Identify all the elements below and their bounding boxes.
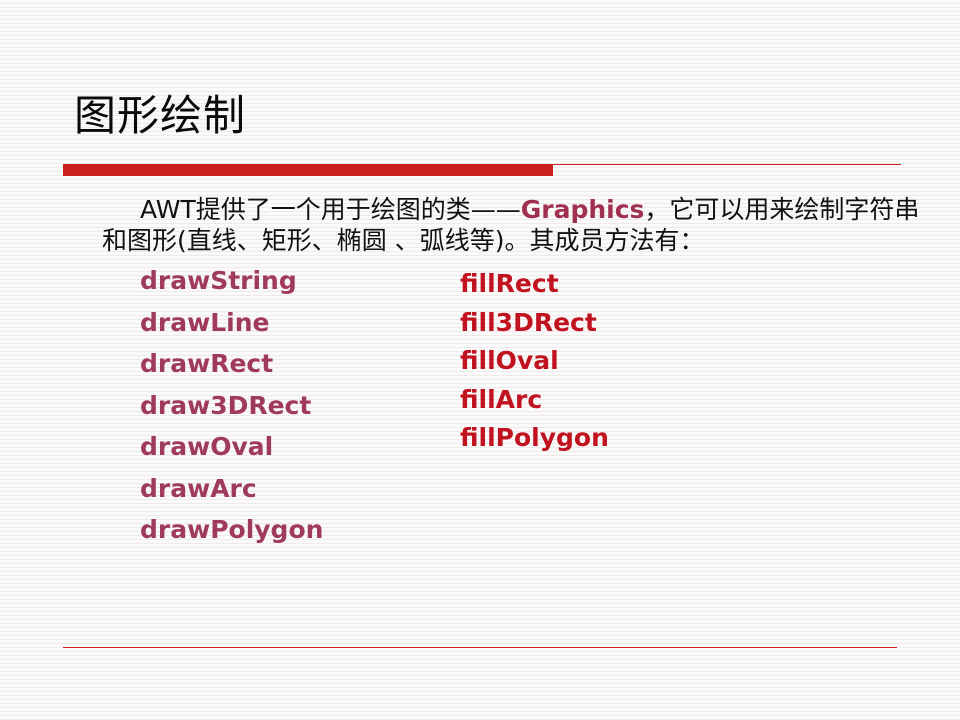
method-item: draw3DRect bbox=[140, 390, 312, 420]
method-item: fillPolygon bbox=[460, 423, 609, 453]
method-item: fillRect bbox=[460, 269, 559, 298]
method-item: fillArc bbox=[460, 384, 543, 414]
method-item: drawPolygon bbox=[140, 515, 324, 544]
method-item: drawLine bbox=[140, 307, 270, 337]
method-item: drawString bbox=[140, 266, 297, 295]
footer-divider bbox=[63, 647, 897, 648]
draw-methods-list: drawString drawLine drawRect draw3DRect … bbox=[140, 260, 323, 551]
method-item: drawOval bbox=[140, 432, 274, 461]
method-item: drawRect bbox=[140, 349, 274, 378]
fill-methods-list: fillRect fill3DRect fillOval fillArc fil… bbox=[460, 265, 609, 458]
intro-paragraph: AWT提供了一个用于绘图的类——Graphics，它可以用来绘制字符串和图形(直… bbox=[102, 194, 932, 256]
slide: 图形绘制 AWT提供了一个用于绘图的类——Graphics，它可以用来绘制字符串… bbox=[0, 0, 960, 720]
method-item: fillOval bbox=[460, 346, 559, 376]
graphics-keyword: Graphics bbox=[520, 195, 645, 224]
intro-text-before: AWT提供了一个用于绘图的类—— bbox=[140, 195, 521, 224]
method-item: drawArc bbox=[140, 473, 257, 503]
method-item: fill3DRect bbox=[460, 307, 597, 337]
slide-title: 图形绘制 bbox=[74, 91, 247, 140]
title-underline-bar bbox=[63, 164, 553, 176]
